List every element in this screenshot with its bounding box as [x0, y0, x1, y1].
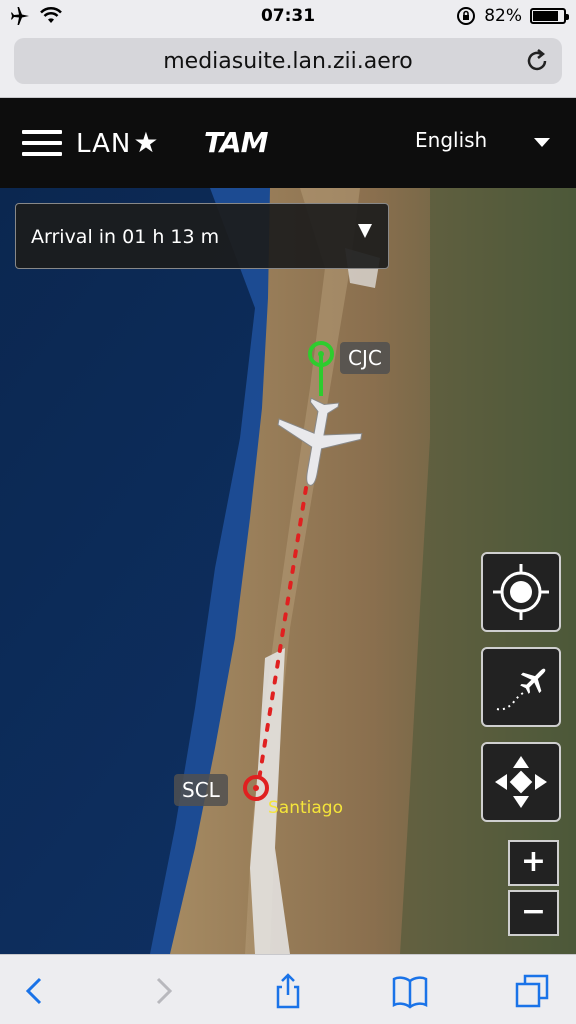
language-select[interactable]: English — [400, 126, 560, 158]
battery-fill — [533, 11, 558, 21]
share-icon[interactable] — [270, 973, 306, 1009]
arrival-text[interactable]: Arrival in 01 h 13 m — [31, 226, 219, 248]
battery-icon — [530, 8, 569, 24]
reload-icon[interactable] — [524, 48, 550, 74]
star-icon: ★ — [133, 126, 160, 159]
url-field[interactable]: mediasuite.lan.zii.aero — [14, 38, 562, 84]
locate-icon[interactable] — [483, 554, 559, 630]
tam-logo: TAM — [204, 126, 268, 159]
battery-percent: 82% — [484, 6, 522, 26]
arrival-dropdown[interactable]: Arrival in 01 h 13 m — [15, 203, 389, 269]
chevron-down-icon[interactable] — [534, 138, 550, 147]
center-map-button[interactable] — [481, 552, 561, 632]
lan-logo-text: LAN — [76, 129, 132, 159]
pan-map-button[interactable] — [481, 742, 561, 822]
rotation-lock-icon — [457, 7, 476, 25]
caret-down-icon[interactable] — [358, 224, 372, 238]
origin-city-label: Santiago — [268, 798, 343, 818]
flight-path-button[interactable] — [481, 647, 561, 727]
origin-airport-label[interactable]: SCL — [174, 774, 228, 806]
status-bar: 07:31 82% — [0, 0, 576, 34]
app-header: LAN★ TAM English — [0, 98, 576, 188]
zoom-in-button[interactable]: + — [508, 840, 559, 886]
zoom-out-button[interactable]: − — [508, 890, 559, 936]
destination-airport-label[interactable]: CJC — [340, 342, 390, 374]
bookmarks-icon[interactable] — [392, 973, 428, 1009]
url-text[interactable]: mediasuite.lan.zii.aero — [14, 49, 562, 74]
lan-logo: LAN★ — [76, 126, 159, 159]
language-label[interactable]: English — [415, 128, 487, 152]
back-icon[interactable] — [18, 973, 54, 1009]
flight-path-icon[interactable] — [483, 649, 559, 725]
browser-address-bar: mediasuite.lan.zii.aero — [0, 34, 576, 98]
forward-icon — [156, 977, 173, 1005]
tabs-icon[interactable] — [514, 973, 550, 1009]
pan-arrows-icon[interactable] — [483, 744, 559, 820]
status-right: 82% — [456, 6, 569, 26]
hamburger-menu-icon[interactable] — [22, 130, 62, 156]
browser-toolbar — [0, 954, 576, 1024]
